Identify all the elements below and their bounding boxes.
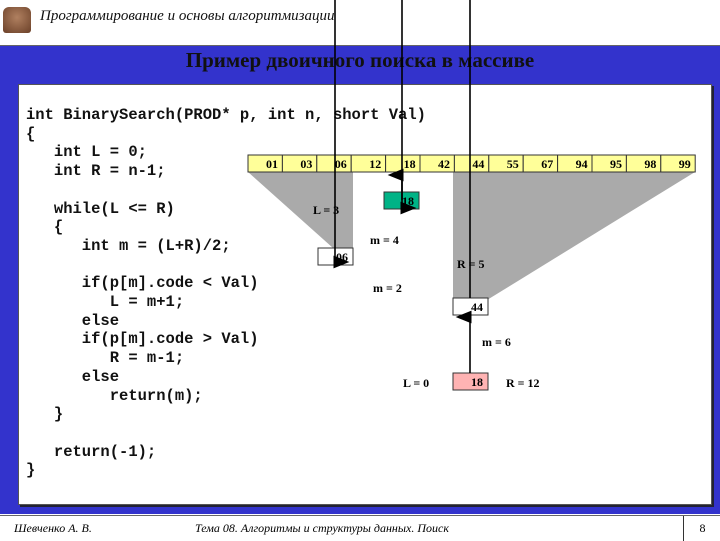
box-step1-value: 44 <box>471 300 483 314</box>
array-cell-value: 55 <box>507 157 519 171</box>
array-cell-value: 03 <box>300 157 312 171</box>
box-target-value: 18 <box>471 375 483 389</box>
array-cell-value: 06 <box>335 157 347 171</box>
label-r12: R = 12 <box>506 376 540 390</box>
array-cell-value: 42 <box>438 157 450 171</box>
array-cell-value: 18 <box>404 157 416 171</box>
box-step2-value: 06 <box>336 250 348 264</box>
label-m4: m = 4 <box>370 233 399 247</box>
array-cell-value: 98 <box>644 157 656 171</box>
right-range-shade <box>453 172 695 300</box>
array-cell-value: 94 <box>576 157 588 171</box>
array-cell-value: 01 <box>266 157 278 171</box>
array-cell-value: 67 <box>541 157 553 171</box>
array-cell-value: 44 <box>472 157 484 171</box>
label-m6: m = 6 <box>482 335 511 349</box>
box-found-value: 18 <box>402 194 414 208</box>
array-cell-value: 12 <box>369 157 381 171</box>
label-m2: m = 2 <box>373 281 402 295</box>
array-cell-value: 95 <box>610 157 622 171</box>
binary-search-diagram: 01 03 06 12 18 42 44 55 67 94 95 98 99 06 18 44 18 L… <box>247 0 696 391</box>
array-cell-value: 99 <box>679 157 691 171</box>
label-l0: L = 0 <box>403 376 429 390</box>
